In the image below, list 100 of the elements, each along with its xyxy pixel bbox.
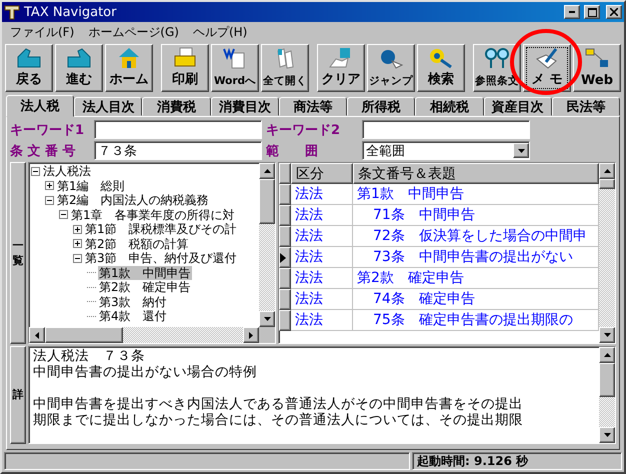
network-icon xyxy=(584,47,610,69)
toolbar-button[interactable]: クリア xyxy=(317,44,365,92)
tab[interactable]: 法人税 xyxy=(6,95,74,117)
scroll-thumb[interactable] xyxy=(45,327,123,343)
toolbar-button[interactable]: ジャンプ xyxy=(367,44,415,92)
tree-item[interactable]: 第3節 申告、納付及び還付 xyxy=(84,251,238,266)
toolbar-button[interactable]: Web xyxy=(573,44,621,92)
tab[interactable]: 相続税 xyxy=(415,97,484,116)
article-number-field[interactable]: ７３条 xyxy=(94,141,262,160)
row-header[interactable] xyxy=(279,247,291,268)
startup-time: 起動時間: 9.126 秒 xyxy=(412,452,622,470)
vertical-scrollbar[interactable] xyxy=(599,163,615,343)
toolbar-button[interactable]: ホーム xyxy=(105,44,153,92)
down-arrow-icon xyxy=(604,433,610,437)
table-cell: 71条 中間申告 xyxy=(353,205,599,226)
table-cell: 第1款 中間申告 xyxy=(353,184,599,205)
collapse-icon[interactable] xyxy=(73,254,82,263)
toolbar-button[interactable]: メ モ xyxy=(523,44,571,92)
right-arrow-icon xyxy=(249,332,253,338)
keyword-field[interactable] xyxy=(94,120,262,139)
table-cell: 法法 xyxy=(291,184,353,205)
toolbar-button[interactable]: Wordへ xyxy=(211,44,259,92)
close-icon xyxy=(610,8,618,16)
vertical-scrollbar[interactable] xyxy=(599,347,615,443)
article-title: 中間申告書の提出がない場合の特例 xyxy=(33,364,258,380)
collapse-icon[interactable] xyxy=(45,196,54,205)
row-header[interactable] xyxy=(279,310,291,331)
table-cell: 74条 確定申告 xyxy=(353,289,599,310)
scroll-thumb[interactable] xyxy=(599,363,615,397)
toolbar-button[interactable]: 検索 xyxy=(417,44,465,92)
tree-item[interactable]: 第2款 確定申告 xyxy=(98,280,192,294)
menu-item[interactable]: ファイル(F) xyxy=(6,24,78,40)
keyword-field[interactable] xyxy=(362,120,530,139)
close-button[interactable] xyxy=(606,5,622,19)
field-label: 範 囲 xyxy=(266,142,319,160)
collapse-icon[interactable] xyxy=(59,210,68,220)
tree-item[interactable]: 第1款 中間申告 xyxy=(98,266,192,280)
printer-icon xyxy=(172,47,198,69)
down-arrow-icon xyxy=(264,317,270,321)
expand-icon[interactable] xyxy=(73,239,82,248)
maximize-icon xyxy=(588,8,596,16)
field-label: キーワード1 xyxy=(10,122,86,138)
expand-icon[interactable] xyxy=(45,181,54,190)
tree-item[interactable]: 法人税法 xyxy=(42,164,92,178)
tab[interactable]: 資産目次 xyxy=(484,97,552,116)
collapse-icon[interactable] xyxy=(31,166,40,176)
table-cell: 法法 xyxy=(291,247,353,268)
table-cell: 法法 xyxy=(291,205,353,226)
menu-item[interactable]: ヘルプ(H) xyxy=(188,24,252,40)
jump-icon xyxy=(378,47,404,69)
column-header[interactable]: 区分 xyxy=(291,163,353,184)
expand-icon[interactable] xyxy=(73,224,82,234)
magnifiers-icon xyxy=(484,47,510,69)
tab[interactable]: 消費税 xyxy=(142,97,211,116)
article-heading: 法人税法 ７３条 xyxy=(33,348,146,364)
toolbar-button[interactable]: 印刷 xyxy=(161,44,209,92)
scroll-thumb[interactable] xyxy=(259,179,275,224)
row-header[interactable] xyxy=(279,289,291,310)
table-cell: 第2款 確定申告 xyxy=(353,268,599,289)
maximize-button[interactable] xyxy=(584,5,600,19)
memo-pen-icon xyxy=(534,47,560,69)
row-header[interactable] xyxy=(279,184,291,205)
tree-item[interactable]: 第1章 各事業年度の所得に対 xyxy=(70,208,236,222)
up-arrow-icon xyxy=(264,169,270,173)
list-side-tab[interactable]: 一覧 xyxy=(10,162,26,344)
tab[interactable]: 法人目次 xyxy=(74,97,142,116)
row-header[interactable] xyxy=(279,226,291,247)
row-header[interactable] xyxy=(279,205,291,226)
minimize-button[interactable] xyxy=(564,5,580,19)
tree-item[interactable]: 第1編 総則 xyxy=(56,178,126,193)
tab[interactable]: 消費目次 xyxy=(210,97,279,116)
column-header[interactable]: 条文番号＆表題 xyxy=(353,163,599,184)
tree-item[interactable]: 第2編 内国法人の納税義務 xyxy=(56,193,210,208)
tab[interactable]: 民法等 xyxy=(552,97,620,116)
tab[interactable]: 商法等 xyxy=(278,97,348,116)
minimize-icon xyxy=(569,11,575,13)
tree-item[interactable]: 第4款 還付 xyxy=(98,309,168,324)
tree-item[interactable]: 第1節 課税標準及びその計 xyxy=(84,222,238,236)
table-cell: 73条 中間申告書の提出がない xyxy=(353,247,599,268)
toolbar-button[interactable]: 戻る xyxy=(5,44,53,92)
table-cell: 法法 xyxy=(291,289,353,310)
left-arrow-icon xyxy=(35,332,39,338)
scrollbar-corner xyxy=(259,327,275,343)
toolbar-button[interactable]: 進む xyxy=(55,44,103,92)
table-cell: 法法 xyxy=(291,268,353,289)
range-dropdown[interactable]: 全範囲 xyxy=(362,141,530,160)
tab[interactable]: 所得税 xyxy=(347,97,416,116)
vertical-scrollbar[interactable] xyxy=(259,163,275,327)
detail-side-tab[interactable]: 詳 xyxy=(10,346,26,444)
row-header[interactable] xyxy=(279,268,291,289)
scroll-thumb[interactable] xyxy=(599,179,615,189)
table-cell: 75条 確定申告書の提出期限の xyxy=(353,310,599,331)
menu-item[interactable]: ホームページ(G) xyxy=(84,24,183,40)
app-logo-icon xyxy=(4,4,20,20)
horizontal-scrollbar[interactable] xyxy=(29,327,275,343)
hand-forward-icon xyxy=(66,47,92,69)
toolbar-button[interactable]: 全て開く xyxy=(261,44,309,92)
tree-item[interactable]: 第3款 納付 xyxy=(98,294,168,309)
tree-item[interactable]: 第2節 税額の計算 xyxy=(84,236,190,251)
field-label: キーワード2 xyxy=(266,122,342,138)
